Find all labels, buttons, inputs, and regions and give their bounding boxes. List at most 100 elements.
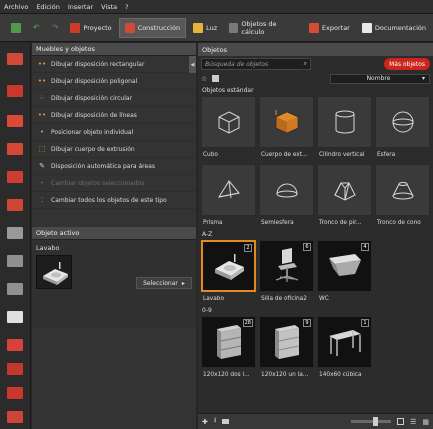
variant-count-badge: 4: [361, 243, 369, 251]
select-button[interactable]: Seleccionar ▸: [136, 277, 192, 289]
menu-archivo[interactable]: Archivo: [4, 3, 28, 11]
object-shelf-two-sides[interactable]: 28 120x120 dos l...: [201, 316, 256, 381]
variant-count-badge: 28: [242, 319, 253, 327]
construction-icon: [124, 22, 135, 33]
cone-frustum-thumbnail: [375, 164, 430, 216]
favorite-star-icon[interactable]: ☆: [201, 75, 207, 83]
tab-luz-label: Luz: [206, 23, 218, 32]
variant-count-badge: 9: [303, 319, 311, 327]
tool-line-layout[interactable]: •• Dibujar disposición de líneas: [32, 107, 196, 124]
variant-count-badge: 2: [244, 244, 252, 252]
texture-tool-icon[interactable]: [7, 363, 23, 375]
object-silla-oficina[interactable]: 6 Silla de oficina2: [259, 240, 314, 305]
save-list-icon[interactable]: [212, 75, 220, 82]
object-table-cubic[interactable]: 1 140x60 cúbica: [317, 316, 372, 381]
save-icon: [11, 22, 21, 33]
object-wc[interactable]: 4 WC: [317, 240, 372, 305]
thumbnail-size-slider[interactable]: [351, 417, 392, 426]
change-all-icon: ⁚: [40, 196, 44, 204]
object-label: Lavabo: [203, 295, 224, 302]
sort-select-value: Nombre: [366, 75, 391, 82]
menu-bar: Archivo Edición Insertar Vista ?: [0, 0, 433, 14]
tool-extrusion[interactable]: ⬚ Dibujar cuerpo de extrusión: [32, 141, 196, 158]
undo-button[interactable]: ↶: [28, 18, 45, 38]
polygon-layout-icon: ••: [37, 77, 47, 85]
tool-polygon-layout[interactable]: •• Dibujar disposición poligonal: [32, 73, 196, 90]
tool-single-object[interactable]: • Posicionar objeto individual: [32, 124, 196, 141]
object-shelf-one-side[interactable]: 9 120x120 un la...: [259, 316, 314, 381]
slider-knob[interactable]: [373, 417, 379, 426]
objects-panel: Objetos Búsqueda de objetos ⌕ Más objeto…: [198, 43, 433, 429]
tool-label: Disposición automática para áreas: [51, 162, 156, 170]
tool-change-all[interactable]: ⁚ Cambiar todos los objetos de este tipo: [32, 192, 196, 209]
rect-layout-icon: ••: [37, 60, 47, 68]
object-cone-frustum[interactable]: Tronco de cono: [375, 164, 430, 229]
tool-auto-layout[interactable]: ✎ Disposición automática para áreas: [32, 158, 196, 175]
light-icon: [193, 22, 204, 33]
object-tool-icon[interactable]: [7, 227, 23, 239]
room-tool-icon[interactable]: [7, 85, 23, 97]
folder-icon[interactable]: [222, 419, 230, 424]
menu-insertar[interactable]: Insertar: [68, 3, 93, 11]
redo-button[interactable]: ↷: [47, 18, 64, 38]
save-button[interactable]: [6, 18, 26, 38]
pyramid-frustum-thumbnail: [317, 164, 372, 216]
object-search-input[interactable]: Búsqueda de objetos ⌕: [201, 58, 311, 70]
active-object-name: Lavabo: [36, 244, 60, 252]
large-icons-view-icon[interactable]: [397, 418, 405, 425]
wall-tool-icon[interactable]: [7, 115, 23, 127]
sort-select[interactable]: Nombre ▾: [330, 73, 430, 84]
object-hemisphere[interactable]: Semiesfera: [259, 164, 314, 229]
tab-objetos-calculo[interactable]: Objetos de cálculo: [224, 18, 302, 38]
object-group-icon[interactable]: [7, 255, 23, 267]
tab-luz[interactable]: Luz: [188, 18, 222, 38]
furniture-tool-icon[interactable]: [7, 53, 23, 65]
object-label: Cilindro vertical: [319, 151, 365, 158]
tab-construccion[interactable]: Construcción: [118, 17, 187, 38]
cylinder-thumbnail: [317, 96, 372, 148]
object-copy-icon[interactable]: [7, 283, 23, 295]
line-layout-icon: ••: [37, 111, 47, 119]
tool-circular-layout[interactable]: ⁘ Dibujar disposición circular: [32, 90, 196, 107]
object-label: Tronco de pir...: [319, 219, 362, 226]
wc-thumbnail: 4: [317, 240, 372, 292]
menu-vista[interactable]: Vista: [101, 3, 117, 11]
tab-exportar[interactable]: Exportar: [304, 18, 355, 38]
object-label: 120x120 un la...: [261, 371, 309, 378]
tool-rect-layout[interactable]: •• Dibujar disposición rectangular: [32, 56, 196, 73]
furniture-tool-list: ◀ •• Dibujar disposición rectangular •• …: [32, 56, 196, 209]
opening-tool-icon[interactable]: [7, 143, 23, 155]
furniture-active-icon[interactable]: [7, 311, 23, 323]
object-extrusion[interactable]: Cuerpo de ext...: [259, 96, 314, 161]
object-cylinder[interactable]: Cilindro vertical: [317, 96, 372, 161]
object-sphere[interactable]: Esfera: [375, 96, 430, 161]
more-objects-label: Más objetos: [389, 60, 425, 68]
measure-tool-icon[interactable]: [7, 387, 23, 399]
object-label: Silla de oficina2: [261, 295, 307, 302]
object-pyramid-frustum[interactable]: Tronco de pir...: [317, 164, 372, 229]
tool-label: Cambiar todos los objetos de este tipo: [51, 196, 167, 204]
add-object-icon[interactable]: ✚: [202, 418, 208, 426]
menu-edicion[interactable]: Edición: [36, 3, 60, 11]
tab-construccion-label: Construcción: [137, 23, 181, 32]
menu-help[interactable]: ?: [125, 3, 128, 11]
num-section-label: 0-9: [202, 307, 212, 314]
list-view-icon[interactable]: ☰: [410, 418, 416, 426]
grid-view-icon[interactable]: ▦: [422, 418, 429, 426]
tab-documentacion[interactable]: Documentación: [357, 18, 431, 38]
more-objects-button[interactable]: Más objetos: [384, 58, 430, 70]
floor-tool-icon[interactable]: [7, 171, 23, 183]
tab-objetos-calculo-label: Objetos de cálculo: [241, 19, 277, 36]
download-icon[interactable]: ⭳: [214, 416, 216, 427]
object-cube[interactable]: Cubo: [201, 96, 256, 161]
object-prism[interactable]: Prisma: [201, 164, 256, 229]
object-lavabo[interactable]: 2 Lavabo: [201, 240, 256, 305]
scroll-up-icon[interactable]: ◀: [189, 56, 196, 73]
tab-proyecto[interactable]: Proyecto: [65, 18, 116, 38]
tab-documentacion-label: Documentación: [374, 23, 426, 32]
luminaire-tool-icon[interactable]: [7, 411, 23, 423]
material-tool-icon[interactable]: [7, 339, 23, 351]
object-label: 140x60 cúbica: [319, 371, 362, 378]
office-chair-thumbnail: 6: [259, 240, 314, 292]
ceiling-tool-icon[interactable]: [7, 199, 23, 211]
